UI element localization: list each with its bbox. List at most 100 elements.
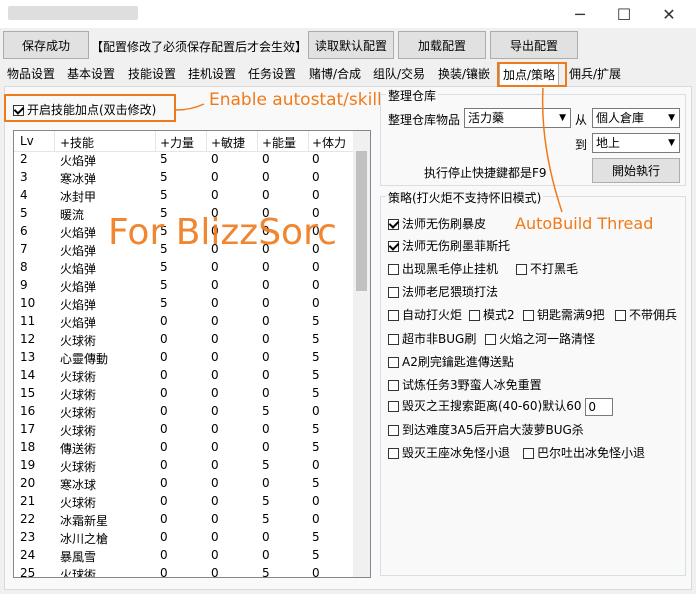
- save-config-button[interactable]: 保存成功: [3, 31, 89, 59]
- opt-baal-distance[interactable]: 毁灭之王搜索距离(40-60)默认60 0: [388, 397, 614, 416]
- table-row[interactable]: 15 火球術 0 0 0 5: [14, 385, 354, 403]
- table-cell: 5: [312, 530, 320, 544]
- opt-mode2[interactable]: 模式2: [469, 306, 515, 323]
- table-cell: 寒冰球: [60, 478, 97, 492]
- vertical-scrollbar[interactable]: [353, 131, 370, 577]
- tab-basic[interactable]: 基本设置: [64, 64, 118, 85]
- table-cell: 0: [211, 350, 219, 364]
- tab-afk[interactable]: 挂机设置: [185, 64, 239, 85]
- col-energy[interactable]: +能量: [262, 134, 296, 151]
- table-cell: 0: [160, 314, 168, 328]
- table-row[interactable]: 10 火焰弹 5 0 0 0: [14, 295, 354, 313]
- table-row[interactable]: 23 冰川之槍 0 0 0 5: [14, 529, 354, 547]
- opt-no-merc[interactable]: 不带佣兵: [615, 306, 677, 323]
- to-select[interactable]: 地上 ▼: [592, 133, 680, 153]
- scrollbar-thumb[interactable]: [356, 151, 367, 291]
- table-cell: 0: [211, 314, 219, 328]
- table-cell: 2: [20, 152, 28, 166]
- table-row[interactable]: 25 火球術 0 0 5 0: [14, 565, 354, 578]
- table-row[interactable]: 21 火球術 0 0 5 0: [14, 493, 354, 511]
- load-config-button[interactable]: 加载配置: [398, 31, 486, 59]
- table-row[interactable]: 4 冰封甲 5 0 0 0: [14, 187, 354, 205]
- table-row[interactable]: 17 火球術 0 0 0 5: [14, 421, 354, 439]
- opt-keys-9[interactable]: 钥匙需满9把: [523, 306, 605, 323]
- opt-auto-torch[interactable]: 自动打火炬: [388, 306, 462, 323]
- minimize-button[interactable]: ─: [557, 0, 603, 28]
- table-cell: 0: [312, 260, 320, 274]
- tab-party[interactable]: 组队/交易: [370, 64, 428, 85]
- table-cell: 5: [20, 206, 28, 220]
- table-row[interactable]: 19 火球術 0 0 5 0: [14, 457, 354, 475]
- enable-autostat-checkbox[interactable]: 开启技能加点(双击修改): [13, 101, 156, 118]
- table-cell: 5: [160, 152, 168, 166]
- table-cell: 8: [20, 260, 28, 274]
- table-row[interactable]: 24 暴風雪 0 0 0 5: [14, 547, 354, 565]
- table-cell: 24: [20, 548, 36, 562]
- table-cell: 10: [20, 296, 36, 310]
- table-row[interactable]: 12 火球術 0 0 0 5: [14, 331, 354, 349]
- table-cell: 0: [312, 404, 320, 418]
- from-select[interactable]: 個人倉庫 ▼: [592, 108, 680, 128]
- opt-river-clear[interactable]: 火焰之河一路清怪: [485, 330, 595, 347]
- table-row[interactable]: 18 傳送術 0 0 0 5: [14, 439, 354, 457]
- opt-stop-on-black[interactable]: 出现黑毛停止挂机: [388, 260, 498, 277]
- opt-label: 出现黑毛停止挂机: [402, 262, 499, 276]
- opt-skip-black[interactable]: 不打黑毛: [516, 260, 578, 277]
- opt-diablo-bug[interactable]: 到达难度3A5后开启大菠萝BUG杀: [388, 421, 584, 438]
- opt-market-nonbug[interactable]: 超市非BUG刷: [388, 330, 476, 347]
- table-row[interactable]: 2 火焰弹 5 0 0 0: [14, 151, 354, 169]
- table-cell: 11: [20, 314, 36, 328]
- table-cell: 0: [262, 350, 270, 364]
- opt-sorc-safe-meph[interactable]: 法师无伤刷墨菲斯托: [388, 237, 510, 254]
- opt-label: 毁灭之王搜索距离(40-60)默认60: [402, 399, 582, 413]
- table-cell: 19: [20, 458, 36, 472]
- table-cell: 火焰弹: [60, 316, 97, 330]
- col-skill[interactable]: +技能: [60, 134, 94, 151]
- maximize-button[interactable]: ☐: [601, 0, 647, 28]
- table-cell: 25: [20, 566, 36, 578]
- tab-skills[interactable]: 技能设置: [125, 64, 179, 85]
- table-cell: 0: [160, 566, 168, 578]
- table-row[interactable]: 8 火焰弹 5 0 0 0: [14, 259, 354, 277]
- table-cell: 13: [20, 350, 36, 364]
- table-row[interactable]: 14 火球術 0 0 0 5: [14, 367, 354, 385]
- opt-baal-exit[interactable]: 巴尔吐出冰免怪小退: [523, 444, 645, 461]
- col-dex[interactable]: +敏捷: [211, 134, 245, 151]
- table-cell: 5: [160, 188, 168, 202]
- table-row[interactable]: 11 火焰弹 0 0 0 5: [14, 313, 354, 331]
- table-row[interactable]: 13 心靈傳動 0 0 0 5: [14, 349, 354, 367]
- start-button[interactable]: 開始執行: [592, 158, 680, 183]
- table-row[interactable]: 3 寒冰弹 5 0 0 0: [14, 169, 354, 187]
- table-cell: 0: [211, 530, 219, 544]
- tab-quests[interactable]: 任务设置: [245, 64, 299, 85]
- opt-trial-reset[interactable]: 试炼任务3野蛮人冰免重置: [388, 376, 542, 393]
- opt-label: 不打黑毛: [530, 262, 579, 276]
- opt-label: 法师老尼猥琐打法: [402, 285, 499, 299]
- col-str[interactable]: +力量: [160, 134, 194, 151]
- opt-sorc-safe-pindle[interactable]: 法师无伤刷暴皮: [388, 215, 486, 232]
- opt-nihlathak-style[interactable]: 法师老尼猥琐打法: [388, 283, 498, 300]
- table-cell: 5: [312, 332, 320, 346]
- baal-distance-input[interactable]: 0: [585, 397, 614, 416]
- skill-stat-table[interactable]: Lv +技能 +力量 +敏捷 +能量 +体力 2 火焰弹 5 0 0 0 3 寒冰弹 5 0 0 0 4…: [13, 130, 371, 578]
- table-row[interactable]: 16 火球術 0 0 5 0: [14, 403, 354, 421]
- table-cell: 火焰弹: [60, 262, 97, 276]
- close-button[interactable]: ✕: [646, 0, 692, 28]
- tab-items[interactable]: 物品设置: [4, 64, 58, 85]
- opt-throne-exit[interactable]: 毁灭王座冰免怪小退: [388, 444, 510, 461]
- chevron-down-icon: ▼: [668, 138, 675, 148]
- tab-gear[interactable]: 换装/镶嵌: [435, 64, 493, 85]
- table-cell: 0: [312, 512, 320, 526]
- opt-label: 钥匙需满9把: [537, 308, 605, 322]
- export-config-button[interactable]: 导出配置: [490, 31, 578, 59]
- opt-label: 到达难度3A5后开启大菠萝BUG杀: [402, 423, 584, 437]
- table-row[interactable]: 20 寒冰球 0 0 0 5: [14, 475, 354, 493]
- read-default-button[interactable]: 读取默认配置: [308, 31, 394, 59]
- table-row[interactable]: 22 冰霜新星 0 0 5 0: [14, 511, 354, 529]
- tab-gamble[interactable]: 赌博/合成: [306, 64, 364, 85]
- table-row[interactable]: 9 火焰弹 5 0 0 0: [14, 277, 354, 295]
- col-lv[interactable]: Lv: [20, 134, 34, 148]
- tab-merc[interactable]: 佣兵/扩展: [566, 64, 624, 85]
- opt-a2-waypoint[interactable]: A2刷完鑰匙進傳送點: [388, 353, 514, 370]
- col-vit[interactable]: +体力: [312, 134, 346, 151]
